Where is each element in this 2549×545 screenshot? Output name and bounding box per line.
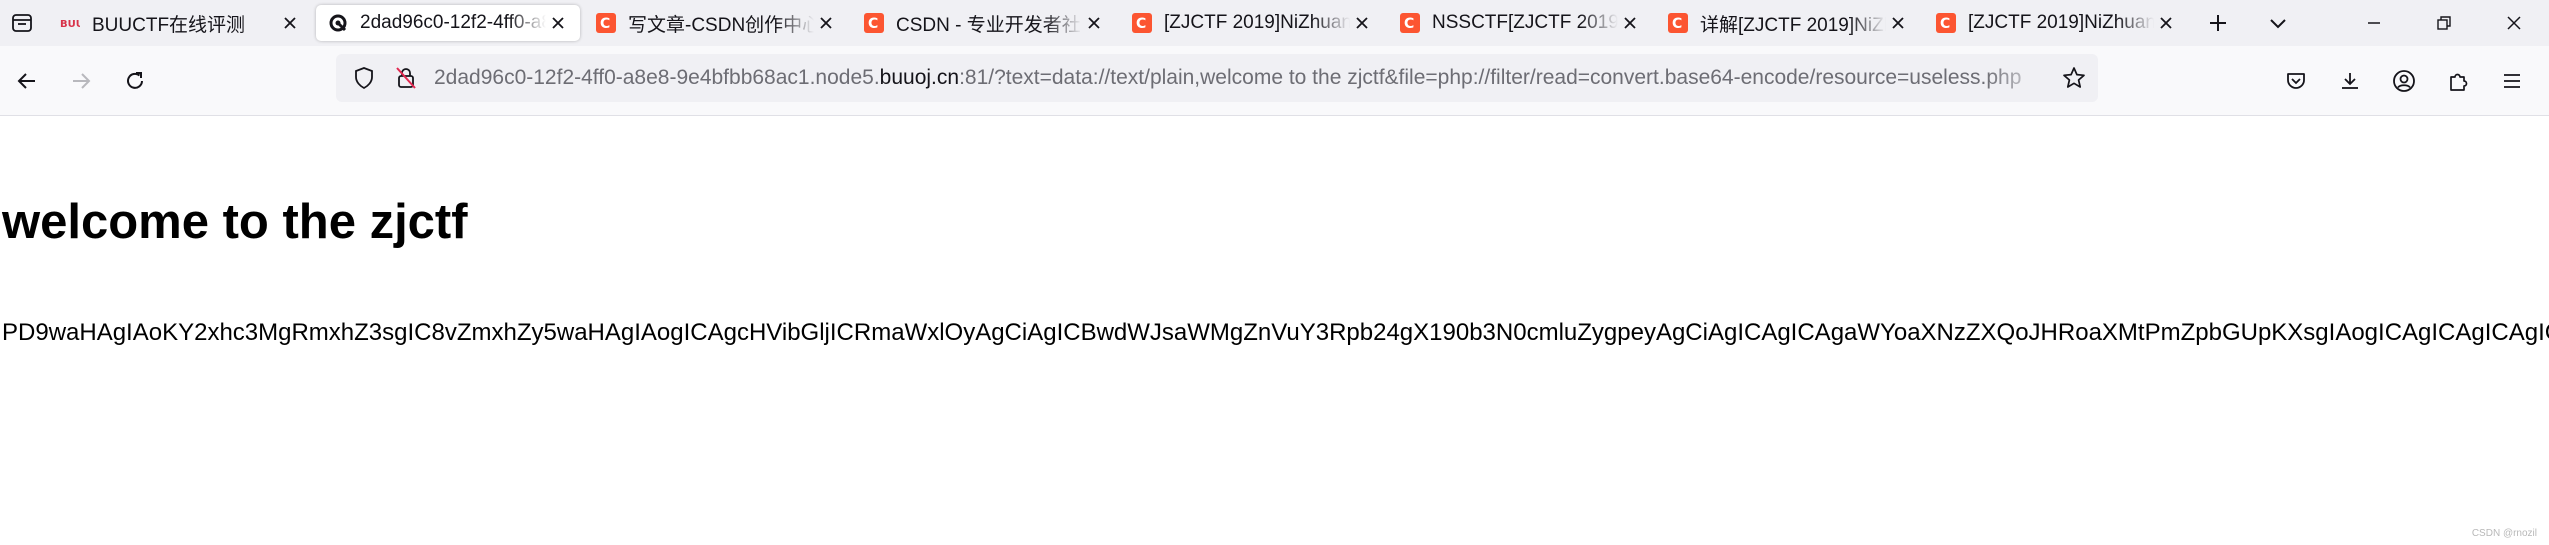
csdn-favicon: C	[1936, 13, 1956, 33]
minimize-button[interactable]	[2339, 0, 2409, 46]
csdn-favicon: C	[596, 13, 616, 33]
svg-text:C: C	[600, 16, 610, 32]
bookmark-star-button[interactable]	[2050, 54, 2098, 102]
restore-icon	[2437, 16, 2451, 30]
tab-csdn-home[interactable]: C CSDN - 专业开发者社区	[852, 5, 1116, 41]
download-icon	[2342, 73, 2358, 89]
new-tab-button[interactable]	[2188, 0, 2248, 46]
csdn-favicon: C	[1668, 13, 1688, 33]
downloads-button[interactable]	[2323, 54, 2377, 108]
tracking-protection-shield-icon[interactable]	[350, 64, 378, 92]
base64-output-text: PD9waHAgIAoKY2xhc3MgRmxhZ3sgIC8vZmxhZy5w…	[2, 319, 2549, 346]
close-tab-icon[interactable]	[1350, 11, 1374, 35]
tab-title: [ZJCTF 2019]NiZhuanSiWei	[1164, 12, 1350, 33]
close-tab-icon[interactable]	[278, 11, 302, 35]
url-suffix: :81/?text=data://text/plain,welcome to t…	[959, 66, 2022, 89]
account-icon	[2393, 70, 2415, 92]
forward-button[interactable]	[54, 54, 108, 108]
extensions-button[interactable]	[2431, 54, 2485, 108]
svg-text:BUU: BUU	[60, 19, 80, 30]
firefox-view-icon	[12, 14, 32, 32]
site-loading-icon	[328, 13, 348, 33]
navigation-toolbar: 2dad96c0-12f2-4ff0-a8e8-9e4bfbb68ac1.nod…	[0, 46, 2549, 116]
svg-text:C: C	[1404, 16, 1414, 32]
chevron-down-icon	[2270, 19, 2286, 29]
pocket-icon	[2287, 73, 2305, 89]
buuctf-favicon: BUU	[60, 13, 80, 33]
page-heading: welcome to the zjctf	[2, 195, 468, 249]
tab-title: CSDN - 专业开发者社区	[896, 14, 1082, 36]
csdn-favicon: C	[1132, 13, 1152, 33]
svg-text:C: C	[1940, 16, 1950, 32]
url-host: buuoj.cn	[879, 66, 960, 89]
close-tab-icon[interactable]	[1886, 11, 1910, 35]
insecure-connection-icon[interactable]	[392, 64, 420, 92]
pocket-button[interactable]	[2269, 54, 2323, 108]
tab-zjctf-2[interactable]: C [ZJCTF 2019]NiZhuanSiWei	[1924, 5, 2188, 41]
close-tab-icon[interactable]	[814, 11, 838, 35]
page-content: welcome to the zjctf PD9waHAgIAoKY2xhc3M…	[0, 116, 2549, 545]
csdn-favicon: C	[1400, 13, 1420, 33]
close-window-button[interactable]	[2479, 0, 2549, 46]
puzzle-piece-icon	[2450, 73, 2468, 91]
app-menu-button[interactable]	[2485, 54, 2539, 108]
firefox-view-button[interactable]	[0, 0, 44, 46]
star-icon	[2063, 67, 2085, 88]
tab-buuctf[interactable]: BUU BUUCTF在线评测	[48, 5, 312, 41]
back-button[interactable]	[0, 54, 54, 108]
url-text[interactable]: 2dad96c0-12f2-4ff0-a8e8-9e4bfbb68ac1.nod…	[434, 66, 2050, 90]
restore-button[interactable]	[2409, 0, 2479, 46]
tab-active-challenge[interactable]: 2dad96c0-12f2-4ff0-a8e8-9e4bfbb68ac1.nod…	[316, 5, 580, 41]
tab-title: 2dad96c0-12f2-4ff0-a8e8-9e4bfbb68ac1.nod…	[360, 12, 546, 33]
url-prefix: 2dad96c0-12f2-4ff0-a8e8-9e4bfbb68ac1.nod…	[434, 66, 880, 89]
tab-csdn-write[interactable]: C 写文章-CSDN创作中心	[584, 5, 848, 41]
reload-icon	[127, 71, 143, 89]
close-tab-icon[interactable]	[2154, 11, 2178, 35]
plus-icon	[2210, 15, 2226, 31]
reload-button[interactable]	[108, 54, 162, 108]
close-tab-icon[interactable]	[1082, 11, 1106, 35]
svg-text:C: C	[1136, 16, 1146, 32]
minimize-icon	[2368, 22, 2380, 24]
tab-title: BUUCTF在线评测	[92, 14, 246, 36]
tab-zjctf-detail[interactable]: C 详解[ZJCTF 2019]NiZhuanSiWei	[1656, 5, 1920, 41]
svg-text:C: C	[1672, 16, 1682, 32]
tab-strip: BUU BUUCTF在线评测 2dad96c0-12f2-4ff0-a8e8-9…	[0, 0, 2549, 46]
tab-title: NSSCTF[ZJCTF 2019]NiZhuanSiWei	[1432, 12, 1618, 33]
tab-title: 写文章-CSDN创作中心	[628, 14, 814, 36]
hamburger-menu-icon	[2504, 74, 2520, 88]
forward-arrow-icon	[73, 72, 91, 89]
tab-title: [ZJCTF 2019]NiZhuanSiWei	[1968, 12, 2154, 33]
address-bar[interactable]: 2dad96c0-12f2-4ff0-a8e8-9e4bfbb68ac1.nod…	[336, 54, 2098, 102]
close-icon	[2507, 16, 2521, 30]
close-tab-icon[interactable]	[1618, 11, 1642, 35]
svg-text:C: C	[868, 16, 878, 32]
tab-zjctf-1[interactable]: C [ZJCTF 2019]NiZhuanSiWei	[1120, 5, 1384, 41]
csdn-favicon: C	[864, 13, 884, 33]
close-tab-icon[interactable]	[546, 11, 570, 35]
toolbar-right-buttons	[2269, 54, 2539, 108]
back-arrow-icon	[17, 72, 35, 89]
account-button[interactable]	[2377, 54, 2431, 108]
tab-title: 详解[ZJCTF 2019]NiZhuanSiWei	[1700, 14, 1886, 36]
csdn-watermark: CSDN @rnozil	[2471, 528, 2537, 539]
tab-zjctf-nssctf[interactable]: C NSSCTF[ZJCTF 2019]NiZhuanSiWei	[1388, 5, 1652, 41]
list-all-tabs-button[interactable]	[2248, 0, 2308, 46]
